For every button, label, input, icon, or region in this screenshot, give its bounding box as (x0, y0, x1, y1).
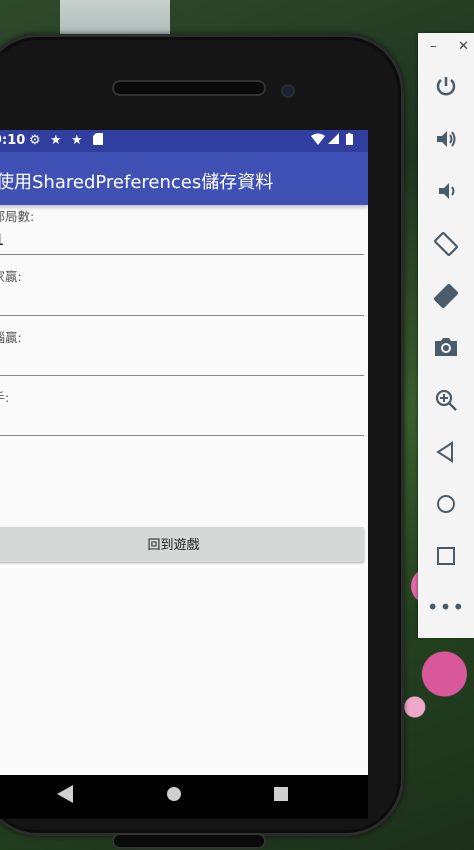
return-to-game-button[interactable]: 回到遊戲 (0, 527, 364, 562)
star-icon: ★ (71, 133, 83, 148)
battery-icon (346, 133, 353, 149)
emulator-side-panel: – ✕ ••• (418, 33, 474, 638)
home-icon[interactable] (418, 493, 474, 521)
player-wins-label: 玩家贏: (0, 269, 22, 284)
power-icon[interactable] (418, 75, 474, 105)
sd-card-icon (93, 133, 103, 149)
computer-wins-label: 電腦贏: (0, 330, 22, 345)
recents-icon[interactable] (274, 785, 290, 808)
zoom-icon[interactable] (418, 388, 474, 418)
status-time: 9:10 (0, 133, 26, 148)
star-icon: ★ (50, 133, 62, 148)
total-games-label: 全部局數: (0, 209, 35, 224)
camera-icon[interactable] (418, 336, 474, 364)
signal-icon (328, 133, 339, 148)
wifi-icon (311, 133, 325, 149)
top-speaker (114, 82, 264, 94)
app-title: 使用SharedPreferences儲存資料 (0, 172, 274, 193)
computer-wins-field[interactable]: 4 (0, 351, 364, 376)
volume-up-icon[interactable] (418, 127, 474, 157)
total-games-field[interactable]: 11 (0, 230, 364, 255)
settings-icon: ⚙ (29, 133, 41, 148)
minimize-icon[interactable]: – (430, 39, 437, 54)
draws-label: 平手: (0, 390, 10, 405)
back-icon[interactable] (418, 441, 474, 469)
device-screen: 9:10 ⚙ ★ ★ 使用SharedPreferences儲存資料 全部局數:… (0, 130, 368, 819)
front-camera (283, 86, 293, 96)
volume-down-icon[interactable] (418, 179, 474, 209)
player-wins-field[interactable]: 3 (0, 291, 364, 316)
home-icon[interactable] (167, 785, 183, 808)
phone-frame: 9:10 ⚙ ★ ★ 使用SharedPreferences儲存資料 全部局數:… (0, 34, 404, 847)
close-icon[interactable]: ✕ (458, 39, 469, 54)
status-bar: 9:10 ⚙ ★ ★ (0, 130, 368, 152)
app-bar: 使用SharedPreferences儲存資料 (0, 152, 368, 205)
rotate-left-icon[interactable] (418, 231, 474, 263)
overview-icon[interactable] (418, 545, 474, 573)
draws-field[interactable]: 4 (0, 411, 364, 436)
bottom-speaker (114, 835, 264, 847)
back-icon[interactable] (57, 785, 73, 808)
navigation-bar (0, 775, 368, 819)
more-icon[interactable]: ••• (418, 595, 474, 619)
rotate-right-icon[interactable] (418, 283, 474, 315)
